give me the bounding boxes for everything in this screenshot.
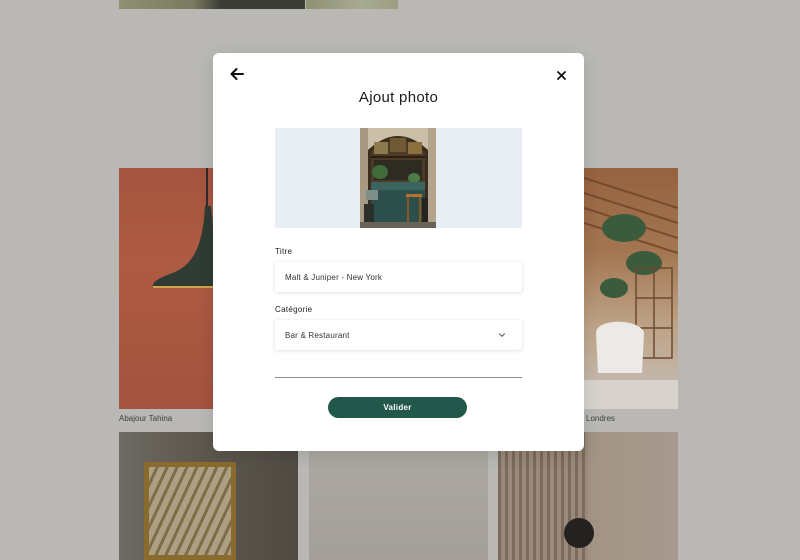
dialog-title: Ajout photo: [358, 89, 439, 106]
window-illustration: [144, 462, 236, 560]
gallery-photo-sconce[interactable]: [498, 432, 678, 560]
arrow-left-icon: [230, 68, 244, 80]
close-icon: [556, 70, 566, 80]
title-label: Titre: [275, 247, 293, 256]
add-photo-dialog: Ajout photo Titre Malt & Juniper - New Y…: [213, 53, 584, 451]
divider: [275, 377, 522, 378]
gallery-caption: Londres: [586, 414, 615, 423]
category-select[interactable]: Bar & Restaurant: [275, 320, 522, 350]
gallery-photo-window[interactable]: [119, 432, 298, 560]
gallery-caption: Abajour Tahina: [119, 414, 173, 423]
bar-photo: [360, 128, 436, 228]
lamp-shade: [152, 206, 213, 288]
back-button[interactable]: [228, 66, 246, 82]
gallery-photo-lamp[interactable]: [119, 168, 213, 409]
restaurant-illustration: [584, 177, 678, 409]
category-label: Catégorie: [275, 305, 313, 314]
sconce-illustration: [564, 518, 594, 548]
title-field[interactable]: [275, 262, 522, 292]
photo-preview: [360, 128, 436, 228]
submit-button[interactable]: Valider: [328, 397, 467, 418]
photo-preview-area[interactable]: [275, 128, 522, 228]
category-selected-value: Bar & Restaurant: [285, 331, 350, 340]
close-button[interactable]: [554, 68, 568, 82]
gallery-photo[interactable]: [119, 0, 305, 9]
gallery-photo[interactable]: [306, 0, 398, 9]
gallery-photo-restaurant[interactable]: [584, 168, 678, 409]
lamp-cord: [206, 168, 208, 208]
chevron-down-icon: [499, 333, 505, 337]
title-input[interactable]: [275, 262, 522, 292]
gallery-photo[interactable]: [309, 432, 488, 560]
